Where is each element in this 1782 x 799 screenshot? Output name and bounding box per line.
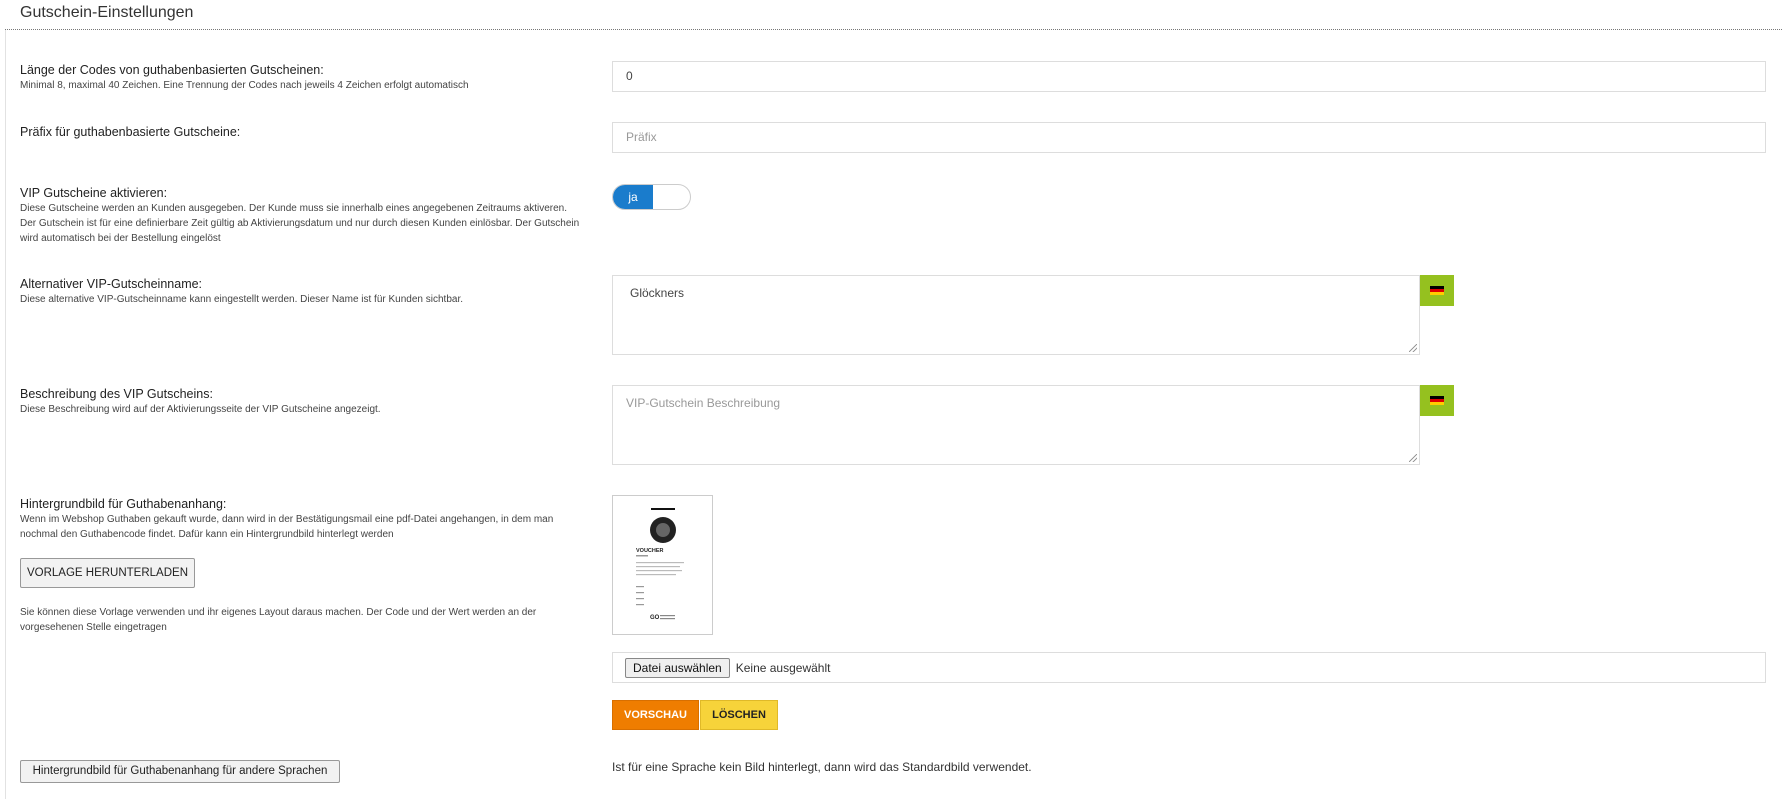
language-flag-button[interactable] <box>1420 275 1454 306</box>
template-description: Sie können diese Vorlage verwenden und i… <box>20 607 537 633</box>
background-image-description: Wenn im Webshop Guthaben gekauft wurde, … <box>20 514 554 540</box>
code-length-description: Minimal 8, maximal 40 Zeichen. Eine Tren… <box>20 80 469 91</box>
vip-toggle-on-label: ja <box>613 185 653 209</box>
vip-activate-label: VIP Gutscheine aktivieren: <box>20 186 168 200</box>
title-divider <box>5 29 1782 30</box>
preview-button[interactable]: VORSCHAU <box>612 700 699 730</box>
background-image-label: Hintergrundbild für Guthabenanhang: <box>20 497 227 511</box>
download-template-button[interactable]: VORLAGE HERUNTERLADEN <box>20 558 195 588</box>
german-flag-icon <box>1430 286 1444 295</box>
vip-description-placeholder: VIP-Gutschein Beschreibung <box>626 396 781 410</box>
german-flag-icon <box>1430 396 1444 405</box>
code-length-input[interactable]: 0 <box>612 61 1766 92</box>
vip-name-value: Glöckners <box>630 286 685 300</box>
other-languages-note: Ist für eine Sprache kein Bild hinterleg… <box>612 760 1032 774</box>
prefix-label: Präfix für guthabenbasierte Gutscheine: <box>20 125 241 139</box>
resize-grip-icon[interactable] <box>1409 454 1417 462</box>
vip-name-textarea[interactable]: Glöckners <box>612 275 1420 355</box>
delete-button[interactable]: LÖSCHEN <box>700 700 778 730</box>
other-languages-button[interactable]: Hintergrundbild für Guthabenanhang für a… <box>20 760 340 783</box>
vip-description-description: Diese Beschreibung wird auf der Aktivier… <box>20 404 381 415</box>
vip-name-label: Alternativer VIP-Gutscheinname: <box>20 277 203 291</box>
file-input[interactable]: Datei auswählen Keine ausgewählt <box>612 652 1766 683</box>
voucher-heading: VOUCHER <box>636 548 664 554</box>
prefix-input[interactable]: Präfix <box>612 122 1766 153</box>
voucher-thumbnail: VOUCHER GO <box>612 495 713 635</box>
file-status: Keine ausgewählt <box>735 660 831 675</box>
prefix-placeholder: Präfix <box>626 130 657 144</box>
vip-name-description: Diese alternative VIP-Gutscheinname kann… <box>20 294 464 305</box>
language-flag-button[interactable] <box>1420 385 1454 416</box>
resize-grip-icon[interactable] <box>1409 344 1417 352</box>
code-length-label: Länge der Codes von guthabenbasierten Gu… <box>20 63 324 77</box>
vip-description-label: Beschreibung des VIP Gutscheins: <box>20 387 213 401</box>
voucher-logo: GO <box>650 615 660 621</box>
panel-left-border <box>5 30 6 799</box>
section-title: Gutschein-Einstellungen <box>20 4 194 21</box>
vip-toggle[interactable]: ja <box>612 184 691 210</box>
choose-file-button[interactable]: Datei auswählen <box>625 657 730 678</box>
vip-activate-description: Diese Gutscheine werden an Kunden ausgeg… <box>20 203 580 244</box>
vip-description-textarea[interactable]: VIP-Gutschein Beschreibung <box>612 385 1420 465</box>
